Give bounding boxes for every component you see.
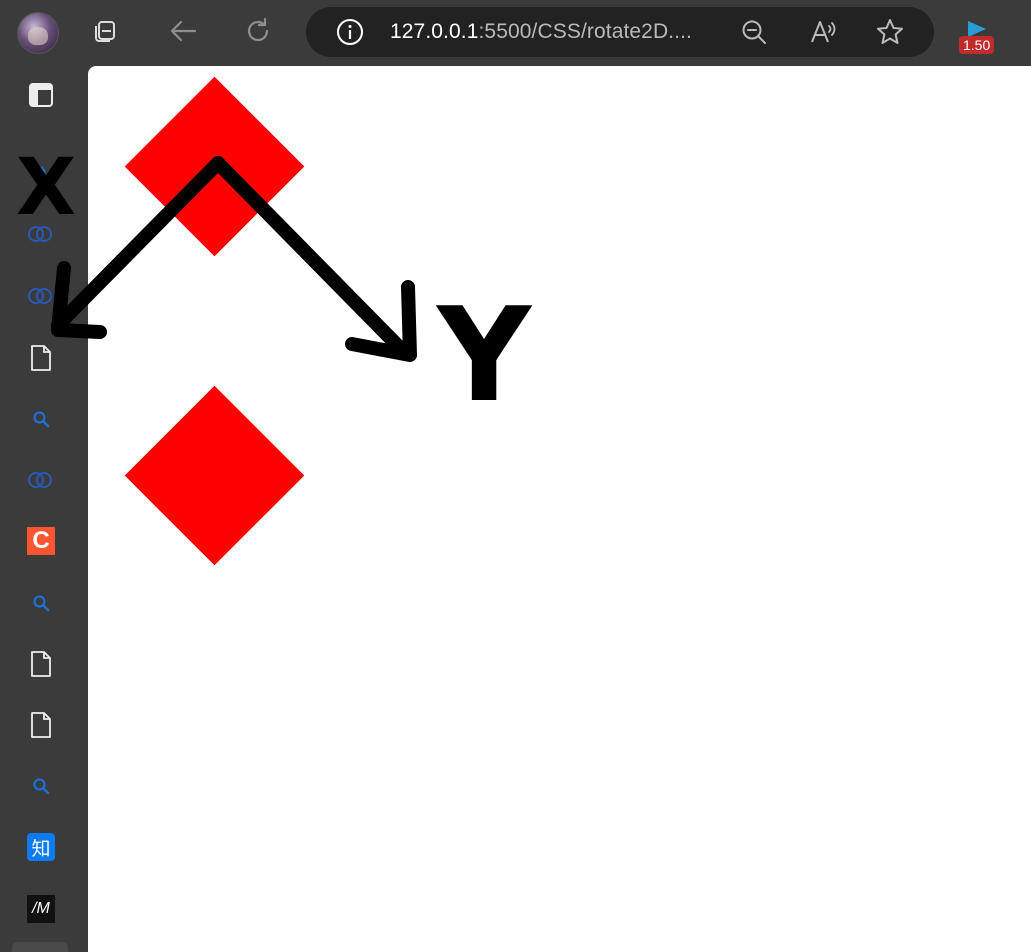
sidebar-item-circles-3[interactable] — [24, 463, 58, 497]
m-logo-icon: /M — [27, 895, 55, 923]
circles-icon — [28, 226, 52, 242]
file-icon — [31, 651, 51, 677]
search-icon — [33, 595, 50, 612]
search-icon — [33, 166, 50, 183]
url-host: 127.0.0.1 — [390, 20, 479, 43]
vertical-sidebar: C 知 /M — [0, 66, 88, 952]
tab-collection-icon — [95, 21, 115, 42]
star-icon — [877, 19, 903, 44]
circles-icon — [28, 288, 52, 304]
layout-icon — [29, 83, 53, 107]
search-icon — [33, 411, 50, 428]
sidebar-item-file-2[interactable] — [24, 647, 58, 681]
zoom-out-icon — [742, 20, 766, 44]
rotated-square-top — [124, 76, 305, 257]
zoom-button[interactable] — [738, 16, 770, 48]
sidebar-item-circles-2[interactable] — [24, 279, 58, 313]
sidebar-more-button[interactable] — [12, 942, 68, 952]
rotated-square-bottom — [124, 385, 305, 566]
refresh-icon — [247, 17, 269, 42]
sidebar-item-file-3[interactable] — [24, 708, 58, 742]
sidebar-item-search-3[interactable] — [24, 586, 58, 620]
sidebar-item-zhihu[interactable]: 知 — [24, 830, 58, 864]
search-icon — [33, 778, 50, 795]
tab-actions-button[interactable] — [82, 8, 128, 54]
sidebar-item-search-1[interactable] — [24, 157, 58, 191]
profile-avatar[interactable] — [17, 12, 59, 54]
c-logo-label: C — [32, 527, 50, 554]
sidebar-item-file-1[interactable] — [24, 341, 58, 375]
sidebar-item-m-logo[interactable]: /M — [24, 892, 58, 926]
address-bar[interactable]: 127.0.0.1:5500/CSS/rotate2D.... — [306, 7, 934, 57]
sidebar-item-c-logo[interactable]: C — [24, 524, 58, 558]
c-logo-icon: C — [27, 527, 55, 555]
extension-badge: 1.50 — [959, 36, 995, 54]
read-aloud-button[interactable] — [807, 16, 839, 48]
file-icon — [31, 345, 51, 371]
sidebar-item-circles-1[interactable] — [24, 217, 58, 251]
sidebar-item-search-2[interactable] — [24, 402, 58, 436]
circles-icon — [28, 472, 52, 488]
zhihu-icon: 知 — [27, 833, 55, 861]
sidebar-item-search-4[interactable] — [24, 769, 58, 803]
refresh-button[interactable] — [235, 8, 281, 54]
back-arrow-icon — [170, 20, 197, 42]
m-logo-label: /M — [32, 900, 50, 917]
site-info-button[interactable] — [334, 16, 366, 48]
url-text[interactable]: 127.0.0.1:5500/CSS/rotate2D.... — [390, 20, 692, 44]
file-icon — [31, 712, 51, 738]
read-aloud-icon — [811, 21, 836, 43]
zhihu-label: 知 — [31, 837, 51, 860]
page-viewport — [88, 66, 1031, 952]
browser-toolbar: 127.0.0.1:5500/CSS/rotate2D.... 1.50 — [0, 0, 1031, 66]
sidebar-item-layout[interactable] — [24, 78, 58, 112]
back-button[interactable] — [160, 8, 206, 54]
favorite-button[interactable] — [874, 16, 906, 48]
url-path: :5500/CSS/rotate2D.... — [478, 20, 692, 43]
info-icon — [337, 19, 363, 45]
